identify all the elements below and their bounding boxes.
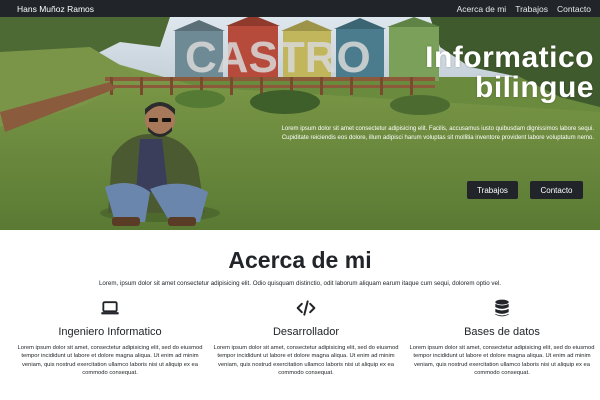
feature-column-desarrollador: Desarrollador Lorem ipsum dolor sit amet…: [208, 298, 404, 378]
nav-link-trabajos[interactable]: Trabajos: [515, 4, 548, 14]
navbar: Hans Muñoz Ramos Acerca de mi Trabajos C…: [0, 0, 600, 17]
about-title: Acerca de mi: [228, 247, 372, 273]
hero-section: CASTRO Informatico bilingue Lorem ipsum …: [0, 17, 600, 230]
trabajos-button[interactable]: Trabajos: [467, 181, 518, 199]
feature-title: Desarrollador: [272, 326, 340, 338]
about-section: Acerca de mi Lorem, ipsum dolor sit amet…: [0, 230, 600, 400]
nav-link-acerca[interactable]: Acerca de mi: [457, 4, 507, 14]
feature-title: Bases de datos: [464, 326, 540, 338]
code-icon: [296, 300, 316, 316]
nav-links: Acerca de mi Trabajos Contacto: [457, 4, 591, 14]
feature-text: Lorem ipsum dolor sit amet, consectetur …: [17, 345, 203, 377]
laptop-icon: [101, 301, 119, 315]
hero-title-line-1: Informatico: [425, 41, 594, 74]
feature-title: Ingeniero Informatico: [58, 326, 162, 338]
database-icon: [495, 299, 509, 317]
hero-title: Informatico bilingue: [294, 43, 594, 103]
hero-description: Lorem ipsum dolor sit amet consectetur a…: [281, 126, 594, 141]
feature-column-ingeniero: Ingeniero Informatico Lorem ipsum dolor …: [12, 298, 208, 378]
about-lead: Lorem, ipsum dolor sit amet consectetur …: [98, 280, 502, 287]
contacto-button[interactable]: Contacto: [530, 181, 583, 199]
nav-link-contacto[interactable]: Contacto: [557, 4, 591, 14]
hero-title-line-2: bilingue: [475, 71, 594, 104]
feature-column-bases-de-datos: Bases de datos Lorem ipsum dolor sit ame…: [404, 298, 600, 378]
feature-text: Lorem ipsum dolor sit amet, consectetur …: [213, 345, 399, 377]
feature-text: Lorem ipsum dolor sit amet, consectetur …: [409, 345, 595, 377]
brand-name[interactable]: Hans Muñoz Ramos: [17, 4, 94, 14]
